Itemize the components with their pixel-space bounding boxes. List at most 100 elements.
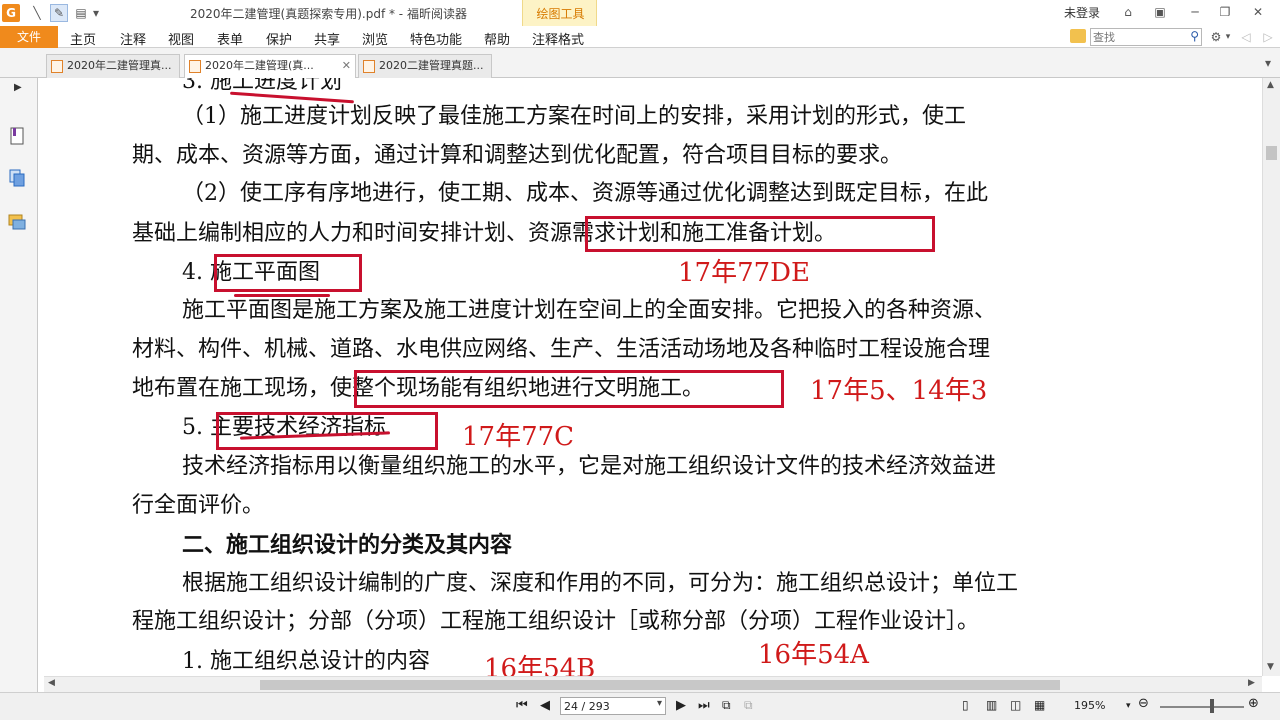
login-link[interactable]: 未登录 [1064, 4, 1100, 21]
tab-share[interactable]: 共享 [314, 29, 340, 48]
zoom-slider-track[interactable] [1160, 706, 1244, 708]
tab-comment[interactable]: 注释 [120, 29, 146, 48]
close-tab-icon[interactable]: ✕ [342, 55, 351, 77]
zoom-dropdown-icon[interactable]: ▾ [1126, 701, 1131, 711]
skin-icon[interactable]: ⌂ [1118, 3, 1138, 21]
zoom-level[interactable]: 195% [1074, 699, 1105, 712]
continuous-facing-view-icon[interactable]: ▦ [1034, 698, 1045, 712]
tab-home[interactable]: 主页 [70, 29, 96, 48]
status-bar: ⏮ ◀ ▾ ▶ ⏭ ⧉ ⧉ ▯ ▥ ◫ ▦ 195% ▾ ⊖ ⊕ [0, 692, 1280, 720]
tab-comment-format[interactable]: 注释格式 [532, 29, 584, 48]
comment-tool-icon[interactable]: ▤ [72, 4, 90, 22]
tab-protect[interactable]: 保护 [266, 29, 292, 48]
next-view-icon[interactable]: ⧉ [744, 698, 753, 713]
annotation-text[interactable]: 17年77DE [678, 258, 810, 288]
document-tab-bar: 2020年二建管理真... 2020年二建管理(真... ✕ 2020二建管理真… [0, 48, 1280, 78]
paragraph-line: 根据施工组织设计编制的广度、深度和作用的不同，可分为：施工组织总设计；单位工 [182, 571, 1019, 596]
document-view[interactable]: 3. 施工进度计划 （1）施工进度计划反映了最佳施工方案在时间上的安排，采用计划… [44, 78, 1262, 676]
annotation-text[interactable]: 17年5、14年3 [810, 376, 987, 406]
search-icon[interactable]: ⚲ [1190, 29, 1199, 43]
paragraph-line: 技术经济指标用以衡量组织施工的水平，它是对施工组织设计文件的技术经济效益进 [182, 454, 997, 479]
page-number-box[interactable]: ▾ [560, 697, 666, 715]
doc-tab-label: 2020二建管理真题... [379, 59, 484, 72]
single-page-view-icon[interactable]: ▯ [962, 698, 969, 712]
annotation-text[interactable]: 16年54A [758, 640, 869, 670]
pen-underline-mark[interactable] [234, 294, 330, 297]
next-page-button[interactable]: ▶ [676, 698, 686, 713]
highlight-box-civilized-construction[interactable] [354, 370, 784, 408]
foxit-reader-window: G ╲ ✎ ▤ ▾ 2020年二建管理(真题探索专用).pdf * - 福昕阅读… [0, 0, 1280, 720]
paragraph-line: 期、成本、资源等方面，通过计算和调整达到优化配置，符合项目目标的要求。 [132, 143, 903, 168]
heading-1-overall: 1. 施工组织总设计的内容 [182, 649, 430, 674]
settings-dropdown-icon[interactable]: ▾ [1222, 28, 1234, 46]
previous-view-icon[interactable]: ⧉ [722, 698, 731, 713]
section-heading: 二、施工组织设计的分类及其内容 [182, 532, 513, 558]
doc-tab-2[interactable]: 2020年二建管理(真... ✕ [184, 54, 356, 78]
navigation-panel: ▶ [0, 78, 38, 692]
scroll-down-icon[interactable]: ▼ [1267, 662, 1274, 672]
tab-features[interactable]: 特色功能 [410, 29, 462, 48]
drawing-tools-label: 绘图工具 [536, 7, 585, 21]
comments-panel-icon[interactable] [7, 212, 27, 232]
vertical-scroll-thumb[interactable] [1266, 146, 1277, 160]
tab-browse[interactable]: 浏览 [362, 29, 388, 48]
quick-access-dropdown-icon[interactable]: ▾ [90, 4, 102, 22]
page-number-input[interactable] [564, 699, 644, 713]
page-thumbnails-icon[interactable] [7, 168, 27, 188]
annotation-text[interactable]: 16年54B [484, 654, 595, 676]
doc-tab-label: 2020年二建管理真... [67, 59, 172, 72]
pdf-file-icon [51, 60, 63, 73]
tab-view[interactable]: 视图 [168, 29, 194, 48]
highlight-box-resource-plan[interactable] [585, 216, 935, 252]
expand-panel-icon[interactable]: ▶ [14, 82, 22, 93]
app-logo-icon[interactable]: G [2, 4, 20, 22]
doc-tab-1[interactable]: 2020年二建管理真... [46, 54, 180, 78]
line-tool-icon[interactable]: ╲ [28, 4, 46, 22]
tab-form[interactable]: 表单 [217, 29, 243, 48]
search-input[interactable] [1093, 30, 1181, 44]
vertical-scrollbar[interactable]: ▲ ▼ [1262, 78, 1280, 676]
tab-file[interactable]: 文件 [0, 26, 58, 48]
pdf-file-icon [189, 60, 201, 73]
continuous-view-icon[interactable]: ▥ [986, 698, 997, 712]
paragraph-line: （2）使工序有序地进行，使工期、成本、资源等通过优化调整达到既定目标，在此 [182, 181, 988, 206]
facing-view-icon[interactable]: ◫ [1010, 698, 1021, 712]
folder-icon[interactable] [1070, 29, 1086, 43]
title-bar: G ╲ ✎ ▤ ▾ 2020年二建管理(真题探索专用).pdf * - 福昕阅读… [0, 0, 1280, 48]
horizontal-scroll-thumb[interactable] [260, 680, 1060, 690]
page-dropdown-icon[interactable]: ▾ [657, 698, 662, 709]
doc-tab-label: 2020年二建管理(真... [205, 59, 314, 72]
minimize-button[interactable]: ─ [1185, 3, 1205, 21]
paragraph-line: 程施工组织设计；分部（分项）工程施工组织设计［或称分部（分项）工程作业设计］。 [132, 609, 980, 634]
zoom-in-icon[interactable]: ⊕ [1248, 696, 1259, 711]
window-title: 2020年二建管理(真题探索专用).pdf * - 福昕阅读器 [190, 7, 467, 21]
pencil-tool-icon[interactable]: ✎ [50, 4, 68, 22]
pdf-file-icon [363, 60, 375, 73]
bookmark-icon[interactable] [7, 126, 27, 146]
zoom-out-icon[interactable]: ⊖ [1138, 696, 1149, 711]
annotation-text[interactable]: 17年77C [462, 422, 574, 452]
paragraph-line: 行全面评价。 [132, 493, 265, 518]
paragraph-line: （1）施工进度计划反映了最佳施工方案在时间上的安排，采用计划的形式，使工 [182, 104, 966, 129]
doc-tab-3[interactable]: 2020二建管理真题... [358, 54, 492, 78]
ribbon-tab-row: 文件 主页 注释 视图 表单 保护 共享 浏览 特色功能 帮助 注释格式 ⚲ ⚙… [0, 26, 1280, 48]
scroll-left-icon[interactable]: ◀ [48, 678, 55, 688]
layout-icon[interactable]: ▣ [1150, 3, 1170, 21]
scroll-right-icon[interactable]: ▶ [1248, 678, 1255, 688]
previous-page-button[interactable]: ◀ [540, 698, 550, 713]
close-button[interactable]: ✕ [1248, 3, 1268, 21]
highlight-box-site-plan[interactable] [214, 254, 362, 292]
pdf-page: 3. 施工进度计划 （1）施工进度计划反映了最佳施工方案在时间上的安排，采用计划… [44, 78, 1262, 676]
back-arrow-icon[interactable]: ◁ [1236, 28, 1256, 46]
tab-list-dropdown-icon[interactable]: ▾ [1258, 54, 1278, 72]
first-page-button[interactable]: ⏮ [516, 698, 528, 713]
highlight-box-tech-econ-index[interactable] [216, 412, 438, 450]
forward-arrow-icon[interactable]: ▷ [1258, 28, 1278, 46]
zoom-slider-handle[interactable] [1210, 699, 1214, 713]
tab-help[interactable]: 帮助 [484, 29, 510, 48]
scroll-up-icon[interactable]: ▲ [1267, 80, 1274, 90]
horizontal-scrollbar[interactable]: ◀ ▶ [44, 676, 1262, 692]
search-box[interactable]: ⚲ [1090, 28, 1202, 46]
last-page-button[interactable]: ⏭ [698, 698, 710, 713]
restore-button[interactable]: ❐ [1215, 3, 1235, 21]
